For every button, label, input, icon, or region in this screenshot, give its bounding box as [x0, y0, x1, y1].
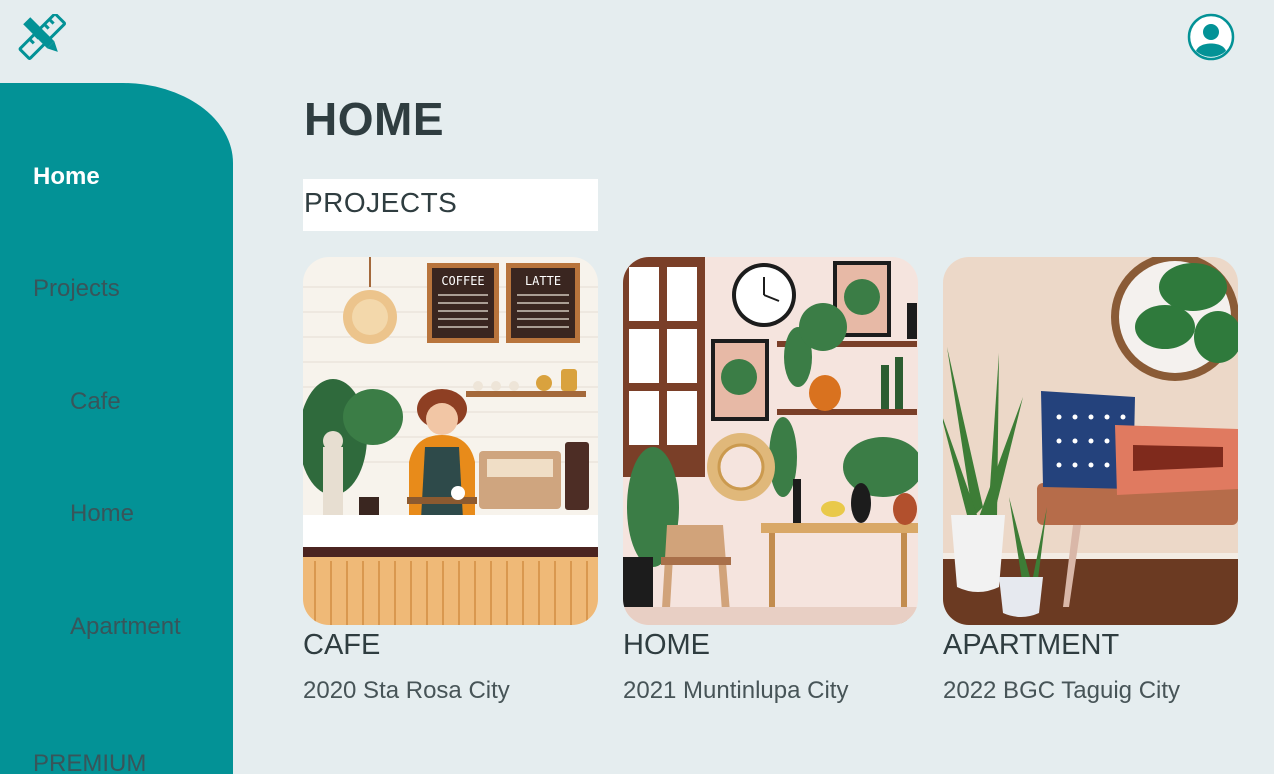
cafe-illustration: COFFEE LATTE [303, 257, 598, 625]
logo-pencil-ruler-icon[interactable] [18, 12, 68, 61]
sidebar-item-home[interactable]: Home [33, 163, 100, 191]
card-title: APARTMENT [943, 629, 1120, 661]
card-subtitle: 2022 BGC Taguig City [943, 677, 1181, 704]
section-title-projects: PROJECTS [303, 179, 598, 231]
apartment-illustration [943, 257, 1238, 625]
sidebar-item-projects[interactable]: Projects [33, 275, 120, 303]
user-avatar-icon[interactable] [1187, 13, 1235, 61]
card-title: CAFE [303, 629, 381, 661]
sidebar-item-apartment[interactable]: Apartment [70, 613, 181, 641]
page-title: HOME [304, 93, 444, 145]
sidebar-item-home-project[interactable]: Home [70, 500, 134, 528]
latte-board-title: LATTE [525, 274, 561, 288]
card-subtitle: 2021 Muntinlupa City [623, 677, 849, 704]
coffee-board-title: COFFEE [441, 274, 484, 288]
project-card-cafe[interactable]: COFFEE LATTE CAFE 2020 Sta Rosa City [303, 257, 598, 704]
home-illustration [623, 257, 918, 625]
project-card-apartment[interactable]: APARTMENT 2022 BGC Taguig City [943, 257, 1238, 704]
project-card-home[interactable]: HOME 2021 Muntinlupa City [623, 257, 918, 704]
card-subtitle: 2020 Sta Rosa City [303, 677, 510, 704]
card-title: HOME [623, 629, 710, 661]
sidebar-item-premium[interactable]: PREMIUM [33, 750, 146, 774]
sidebar-item-cafe[interactable]: Cafe [70, 388, 121, 416]
sidebar: Home Projects Cafe Home Apartment PREMIU… [0, 83, 233, 774]
